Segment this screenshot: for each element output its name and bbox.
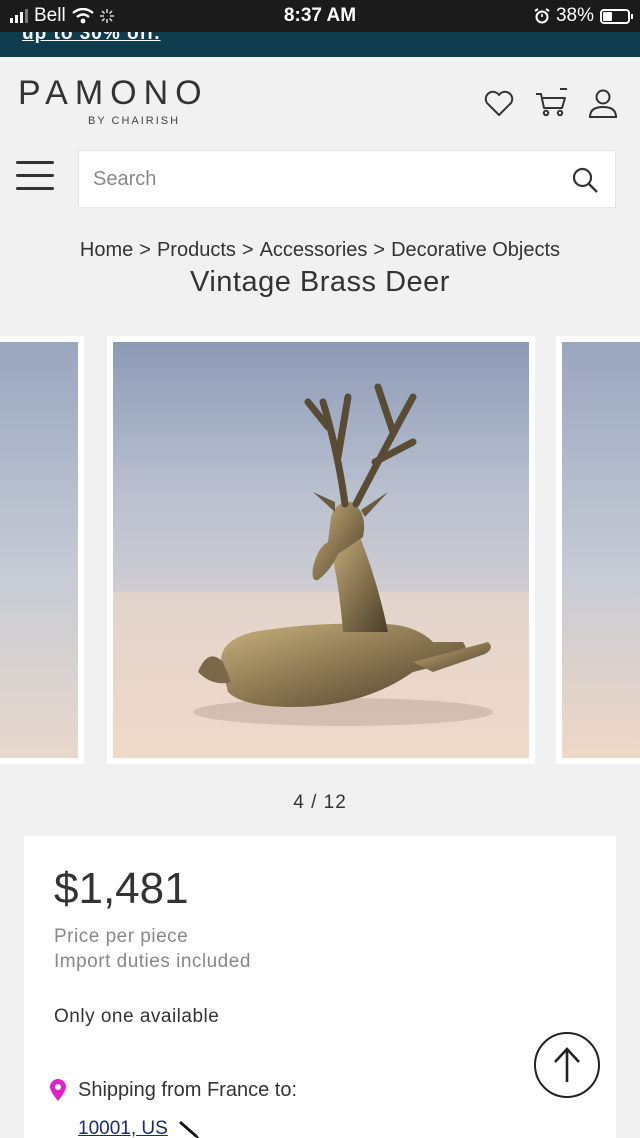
header-actions: [482, 86, 620, 120]
back-to-top-button[interactable]: [534, 1032, 600, 1098]
logo[interactable]: PAMONO BY CHAIRISH: [18, 74, 248, 127]
breadcrumb-home[interactable]: Home: [80, 239, 133, 261]
image-counter: 4 / 12: [293, 792, 347, 813]
cart-icon[interactable]: [534, 86, 568, 120]
status-right: 38%: [534, 5, 633, 27]
hamburger-menu-icon[interactable]: [16, 161, 54, 195]
promo-banner[interactable]: up to 30% off.: [0, 32, 640, 57]
arrow-up-icon: [554, 1047, 580, 1082]
account-user-icon[interactable]: [586, 86, 620, 120]
image-gallery[interactable]: [0, 336, 640, 764]
search-icon[interactable]: [571, 166, 599, 194]
breadcrumb-separator: >: [373, 239, 386, 261]
breadcrumb-accessories[interactable]: Accessories: [260, 239, 368, 261]
location-pin-icon: [50, 1079, 66, 1101]
status-bar: Bell 8:37 AM 38%: [0, 0, 640, 32]
gallery-slide-previous[interactable]: [0, 336, 84, 764]
gallery-slide-current[interactable]: [107, 336, 535, 764]
logo-wordmark: PAMONO: [18, 74, 209, 112]
search-input[interactable]: [79, 151, 539, 207]
promo-link[interactable]: up to 30% off.: [22, 32, 161, 45]
product-price: $1,481: [54, 864, 189, 913]
battery-icon: [600, 8, 633, 24]
breadcrumb-products[interactable]: Products: [157, 239, 236, 261]
product-image-previous: [0, 342, 78, 758]
shipping-origin: Shipping from France to:: [48, 1078, 297, 1102]
availability-text: Only one available: [54, 1006, 220, 1027]
breadcrumb-separator: >: [241, 239, 254, 261]
zip-link[interactable]: 10001, US: [78, 1118, 168, 1138]
product-image-brass-deer: [113, 342, 529, 758]
price-note: Price per piece: [54, 926, 189, 947]
shipping-destination[interactable]: 10001, US: [78, 1118, 202, 1138]
search-bar[interactable]: [78, 150, 616, 208]
alarm-icon: [534, 8, 550, 24]
breadcrumb-separator: >: [139, 239, 151, 261]
price-card: $1,481 Price per piece Import duties inc…: [24, 836, 616, 1138]
duties-note: Import duties included: [54, 951, 251, 972]
gallery-slide-next[interactable]: [556, 336, 640, 764]
product-image-next: [562, 342, 640, 758]
shipping-label: Shipping from France to:: [78, 1078, 297, 1101]
battery-percent: 38%: [555, 5, 594, 26]
product-title: Vintage Brass Deer: [190, 266, 450, 298]
logo-subtitle: BY CHAIRISH: [88, 115, 181, 127]
breadcrumb-decorative-objects[interactable]: Decorative Objects: [391, 239, 560, 261]
favorites-heart-icon[interactable]: [482, 86, 516, 120]
breadcrumb: Home > Products > Accessories > Decorative Obj…: [0, 239, 640, 262]
edit-pencil-icon[interactable]: [178, 1118, 202, 1138]
